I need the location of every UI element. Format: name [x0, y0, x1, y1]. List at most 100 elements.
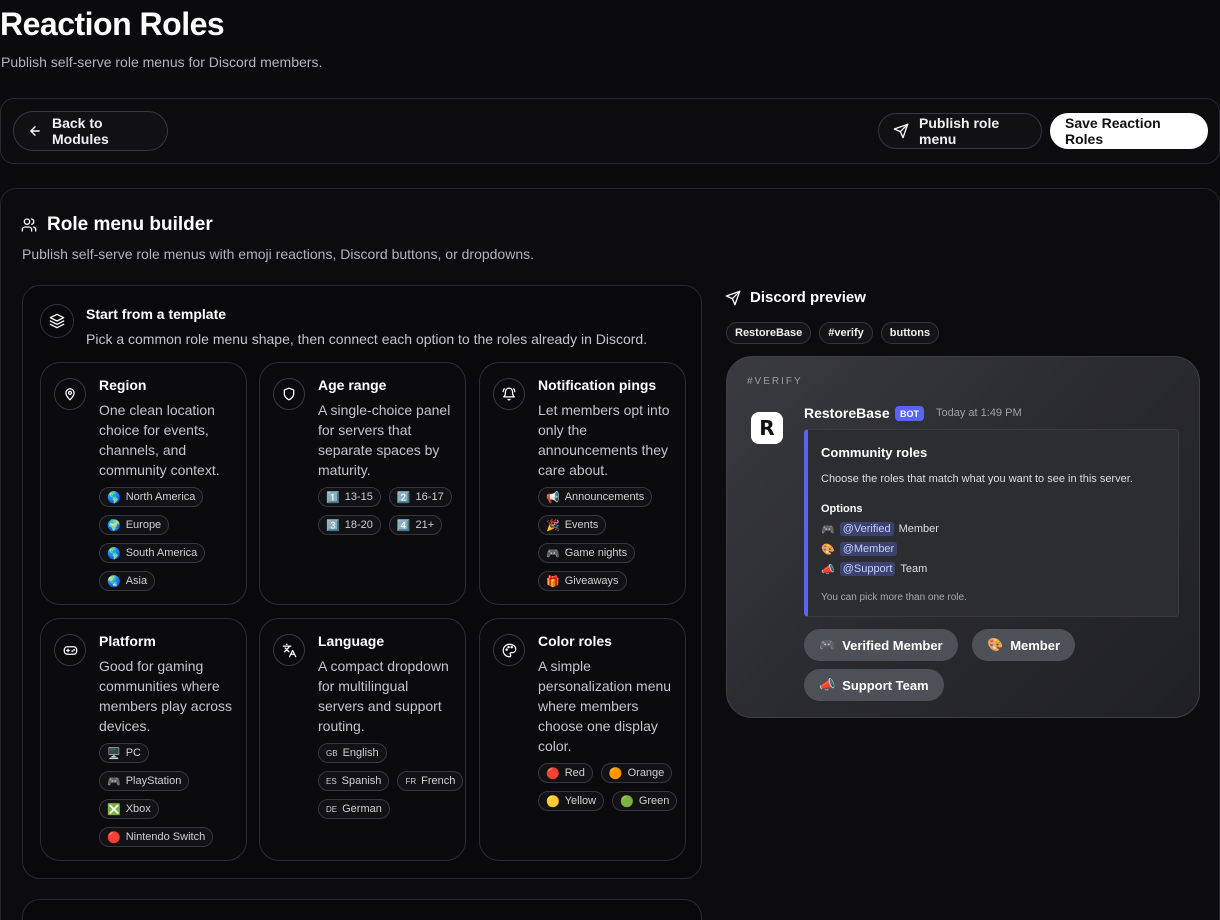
discord-preview-heading: Discord preview	[725, 289, 866, 306]
channel-name: #VERIFY	[747, 376, 803, 387]
layers-icon	[40, 304, 74, 338]
preview-tag-server: RestoreBase	[726, 322, 812, 344]
back-to-modules-button[interactable]: Back to Modules	[13, 111, 168, 151]
role-menu-builder-panel: Role menu builder Publish self-serve rol…	[0, 188, 1220, 920]
next-section-card	[22, 899, 702, 920]
embed-option: 🎮 @Verified Member	[821, 522, 939, 536]
arrow-left-icon	[30, 126, 40, 136]
card-title: Language	[318, 633, 385, 649]
discord-message-preview: #VERIFY R RestoreBase BOT Today at 1:49 …	[726, 356, 1200, 718]
chip: 🟢 Green	[612, 791, 678, 811]
save-reaction-roles-button[interactable]: Save Reaction Roles	[1050, 113, 1208, 149]
page-subtitle: Publish self-serve role menus for Discor…	[1, 54, 323, 70]
role-button-verified-member[interactable]: 🎮 Verified Member	[804, 629, 958, 661]
preview-title: Discord preview	[750, 289, 866, 306]
save-button-label: Save Reaction Roles	[1065, 115, 1161, 147]
template-card-region[interactable]: Region One clean location choice for eve…	[40, 362, 247, 605]
chip-list: GB English ES Spanish FR French DE German	[318, 743, 464, 819]
card-description: Let members opt into only the announceme…	[538, 402, 670, 478]
chip: 1️⃣ 13-15	[318, 487, 381, 507]
back-button-label: Back to Modules	[52, 115, 109, 147]
chip: 🎁 Giveaways	[538, 571, 627, 591]
template-section-title: Start from a template	[86, 306, 227, 322]
chip: 🖥️ PC	[99, 743, 149, 763]
card-description: A compact dropdown for multilingual serv…	[318, 658, 449, 734]
card-title: Color roles	[538, 633, 612, 649]
role-button-member[interactable]: 🎨 Member	[972, 629, 1076, 661]
chip: DE German	[318, 799, 390, 819]
card-description: Good for gaming communities where member…	[99, 658, 233, 734]
users-icon	[21, 218, 37, 232]
embed-option: 📣 @Support Team	[821, 562, 928, 576]
chip: ES Spanish	[318, 771, 390, 791]
chip: 🌎 South America	[99, 543, 206, 563]
card-title: Age range	[318, 377, 387, 393]
action-toolbar: Back to Modules Publish role menu Save R…	[0, 98, 1220, 164]
role-mention[interactable]: @Verified	[839, 522, 894, 536]
builder-description: Publish self-serve role menus with emoji…	[22, 246, 535, 262]
publish-button-label: Publish role menu	[919, 115, 1000, 147]
template-card-platform[interactable]: Platform Good for gaming communities whe…	[40, 618, 247, 861]
card-description: A simple personalization menu where memb…	[538, 658, 672, 754]
bot-avatar: R	[751, 412, 783, 444]
message-embed: Community roles Choose the roles that ma…	[804, 429, 1179, 617]
palette-icon	[493, 634, 525, 666]
translate-icon	[273, 634, 305, 666]
chip: 🌍 Europe	[99, 515, 170, 535]
embed-title: Community roles	[821, 445, 928, 460]
bot-badge: BOT	[895, 406, 924, 421]
chip: 🟠 Orange	[600, 763, 673, 783]
chip: 🟡 Yellow	[538, 791, 605, 811]
template-card-language[interactable]: Language A compact dropdown for multilin…	[259, 618, 466, 861]
chip: 🔴 Red	[538, 763, 593, 783]
preview-tags: RestoreBase #verify buttons	[726, 322, 940, 344]
chip: FR French	[397, 771, 464, 791]
embed-option: 🎨 @Member	[821, 542, 902, 556]
chip-list: 🔴 Red 🟠 Orange 🟡 Yellow 🟢 Green	[538, 763, 684, 811]
gamepad-icon	[54, 634, 86, 666]
bell-ring-icon	[493, 378, 525, 410]
chip: 📢 Announcements	[538, 487, 653, 507]
embed-options-heading: Options	[821, 503, 863, 515]
builder-title: Role menu builder	[47, 214, 213, 235]
builder-heading: Role menu builder	[21, 214, 213, 236]
map-pin-icon	[54, 378, 86, 410]
chip-list: 🌎 North America 🌍 Europe 🌎 South America 🌏 A…	[99, 487, 245, 591]
chip: 🎉 Events	[538, 515, 607, 535]
template-section: Start from a template Pick a common role…	[22, 285, 702, 879]
chip-list: 🖥️ PC 🎮 PlayStation ❎ Xbox 🔴 Nintendo Switch	[99, 743, 245, 847]
shield-icon	[273, 378, 305, 410]
chip-list: 📢 Announcements 🎉 Events 🎮 Game nights 🎁 Giv…	[538, 487, 684, 591]
page-title: Reaction Roles	[0, 6, 225, 42]
chip: 2️⃣ 16-17	[388, 487, 452, 507]
template-card-color-roles[interactable]: Color roles A simple personalization men…	[479, 618, 686, 861]
role-mention[interactable]: @Support	[839, 562, 896, 576]
bot-name: RestoreBase	[804, 405, 890, 421]
card-description: One clean location choice for events, ch…	[99, 402, 220, 478]
chip: 3️⃣ 18-20	[318, 515, 381, 535]
role-button-support-team[interactable]: 📣 Support Team	[804, 669, 944, 701]
template-card-age-range[interactable]: Age range A single-choice panel for serv…	[259, 362, 466, 605]
card-title: Platform	[99, 633, 156, 649]
chip: GB English	[318, 743, 387, 763]
chip: 4️⃣ 21+	[388, 515, 443, 535]
send-icon	[893, 123, 909, 139]
chip: 🎮 Game nights	[538, 543, 636, 563]
chip: 🌎 North America	[99, 487, 204, 507]
chip: 🔴 Nintendo Switch	[99, 827, 214, 847]
card-description: A single-choice panel for servers that s…	[318, 402, 451, 478]
send-icon	[725, 290, 741, 305]
embed-footer: You can pick more than one role.	[821, 592, 967, 603]
template-card-notification-pings[interactable]: Notification pings Let members opt into …	[479, 362, 686, 605]
message-timestamp: Today at 1:49 PM	[936, 407, 1022, 419]
role-mention[interactable]: @Member	[839, 542, 898, 556]
card-title: Notification pings	[538, 377, 657, 393]
preview-tag-channel: #verify	[819, 322, 873, 344]
chip: 🎮 PlayStation	[99, 771, 190, 791]
preview-tag-mode: buttons	[880, 322, 940, 344]
chip: 🌏 Asia	[99, 571, 156, 591]
card-title: Region	[99, 377, 147, 393]
chip-list: 1️⃣ 13-15 2️⃣ 16-17 3️⃣ 18-20 4️⃣ 21+	[318, 487, 464, 535]
chip: ❎ Xbox	[99, 799, 159, 819]
publish-role-menu-button[interactable]: Publish role menu	[878, 113, 1042, 149]
